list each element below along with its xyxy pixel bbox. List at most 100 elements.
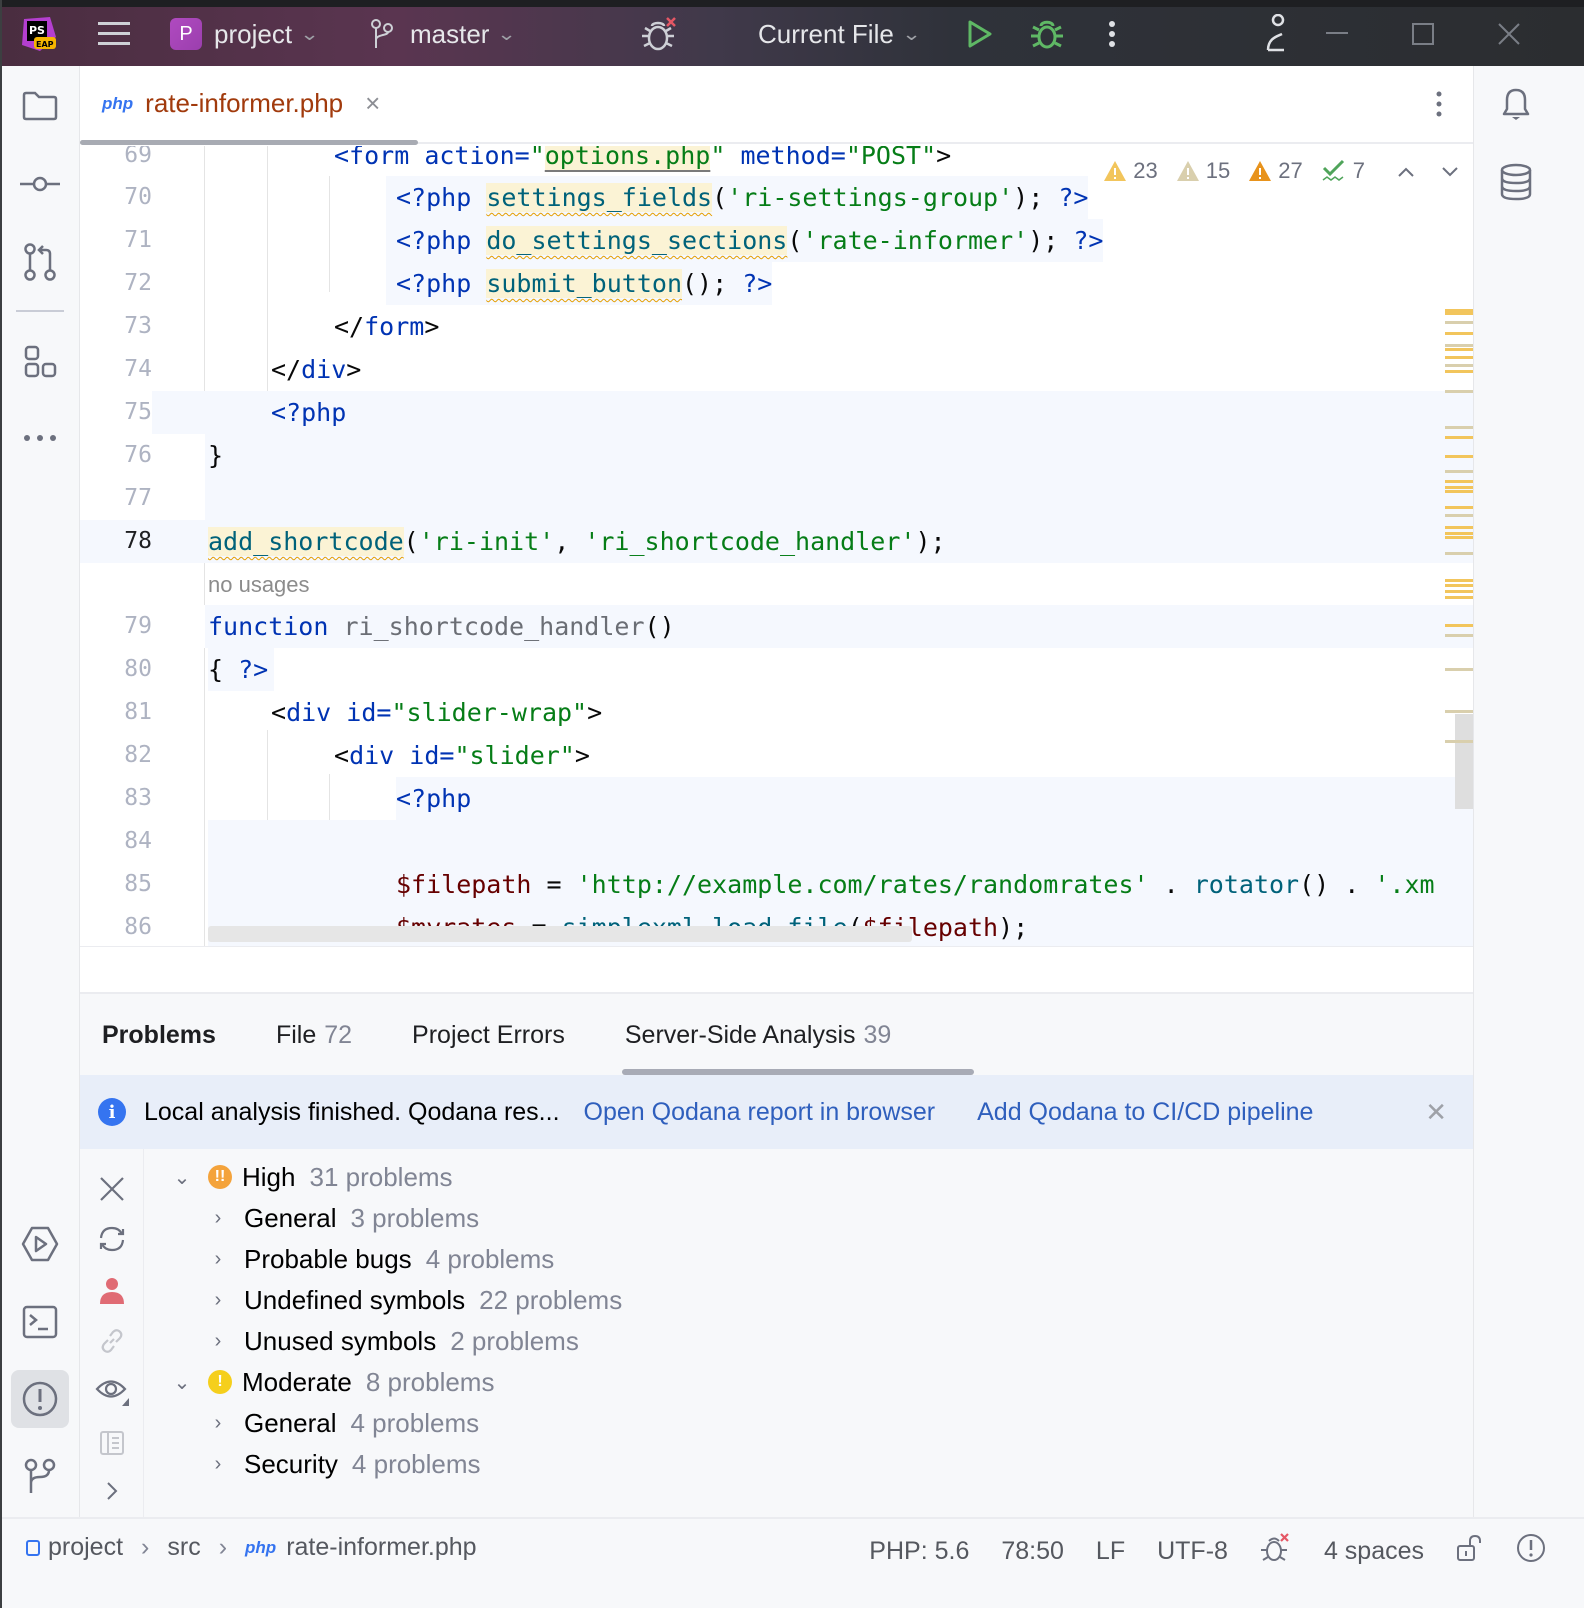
project-selector[interactable]: P project ⌄ bbox=[170, 14, 319, 54]
previous-highlight-button[interactable] bbox=[1397, 158, 1415, 184]
more-actions-button[interactable] bbox=[1106, 14, 1118, 54]
tree-node-high[interactable]: ⌄ !! High 31 problems bbox=[170, 1157, 453, 1197]
terminal-tool-button[interactable] bbox=[20, 1302, 60, 1342]
panel-splitter[interactable] bbox=[80, 947, 1473, 994]
chevron-right-icon[interactable]: › bbox=[206, 1412, 230, 1435]
tree-node-general[interactable]: › General 4 problems bbox=[206, 1403, 479, 1443]
user-filter-button[interactable] bbox=[94, 1273, 130, 1309]
error-stripe-marker[interactable] bbox=[1445, 584, 1473, 587]
breadcrumb-project[interactable]: project bbox=[48, 1533, 123, 1562]
error-stripe-marker[interactable] bbox=[1445, 436, 1473, 439]
encoding-widget[interactable]: UTF-8 bbox=[1157, 1537, 1228, 1566]
error-stripe-marker[interactable] bbox=[1445, 740, 1473, 743]
error-stripe-marker[interactable] bbox=[1445, 370, 1473, 373]
problems-status-button[interactable] bbox=[1516, 1533, 1546, 1570]
maximize-button[interactable] bbox=[1412, 14, 1434, 54]
chevron-down-icon[interactable]: ⌄ bbox=[170, 1370, 194, 1395]
error-stripe-marker[interactable] bbox=[1445, 552, 1473, 555]
view-options-button[interactable] bbox=[94, 1373, 130, 1409]
error-stripe-marker[interactable] bbox=[1445, 309, 1473, 315]
git-tool-button[interactable] bbox=[20, 1456, 60, 1496]
preview-button[interactable] bbox=[94, 1425, 130, 1461]
error-stripe-marker[interactable] bbox=[1445, 634, 1473, 637]
indent-widget[interactable]: 4 spaces bbox=[1324, 1537, 1424, 1566]
error-stripe-marker[interactable] bbox=[1445, 480, 1473, 483]
chevron-down-icon[interactable]: ⌄ bbox=[170, 1165, 194, 1190]
chevron-right-icon[interactable]: › bbox=[206, 1248, 230, 1271]
pull-requests-tool-button[interactable] bbox=[20, 242, 60, 282]
commit-tool-button[interactable] bbox=[20, 164, 60, 204]
tab-file[interactable]: File 72 bbox=[276, 1021, 352, 1050]
error-stripe-marker[interactable] bbox=[1445, 710, 1473, 713]
next-highlight-button[interactable] bbox=[1441, 158, 1459, 184]
code-area[interactable]: 69 <form action="options.php" method="PO… bbox=[80, 146, 1473, 946]
add-qodana-cicd-link[interactable]: Add Qodana to CI/CD pipeline bbox=[977, 1098, 1313, 1127]
code-with-me-button[interactable] bbox=[1264, 14, 1288, 54]
error-stripe-marker[interactable] bbox=[1445, 668, 1473, 671]
close-banner-icon[interactable]: ✕ bbox=[1425, 1097, 1447, 1128]
editor-tab-rate-informer[interactable]: php rate-informer.php × bbox=[102, 88, 380, 119]
error-stripe-marker[interactable] bbox=[1445, 596, 1473, 599]
tree-node-probable-bugs[interactable]: › Probable bugs 4 problems bbox=[206, 1239, 555, 1279]
usages-hint[interactable]: no usages bbox=[80, 563, 1473, 605]
debug-button[interactable] bbox=[1030, 14, 1064, 54]
error-stripe-marker[interactable] bbox=[1445, 532, 1473, 535]
chevron-right-icon[interactable]: › bbox=[206, 1453, 230, 1476]
services-tool-button[interactable] bbox=[20, 1224, 60, 1264]
chevron-right-icon[interactable]: › bbox=[206, 1289, 230, 1312]
tab-server-side-analysis[interactable]: Server-Side Analysis 39 bbox=[625, 1021, 891, 1050]
error-stripe-marker[interactable] bbox=[1445, 526, 1473, 529]
close-tab-icon[interactable]: × bbox=[365, 88, 380, 119]
caret-position-widget[interactable]: 78:50 bbox=[1001, 1537, 1064, 1566]
error-stripe-marker[interactable] bbox=[1445, 426, 1473, 429]
close-panel-button[interactable] bbox=[94, 1171, 130, 1207]
refresh-button[interactable] bbox=[94, 1221, 130, 1257]
close-window-button[interactable] bbox=[1498, 14, 1520, 54]
horizontal-scrollbar[interactable] bbox=[208, 926, 912, 942]
tab-options-button[interactable] bbox=[1435, 90, 1443, 120]
php-version-widget[interactable]: PHP: 5.6 bbox=[869, 1537, 969, 1566]
error-stripe-marker[interactable] bbox=[1445, 332, 1473, 335]
tree-node-security[interactable]: › Security 4 problems bbox=[206, 1444, 481, 1484]
breadcrumb-src[interactable]: src bbox=[167, 1533, 200, 1562]
tab-project-errors[interactable]: Project Errors bbox=[412, 1021, 565, 1050]
error-stripe-marker[interactable] bbox=[1445, 390, 1473, 393]
project-tool-button[interactable] bbox=[20, 86, 60, 126]
link-button[interactable] bbox=[94, 1323, 130, 1359]
error-stripe-marker[interactable] bbox=[1445, 364, 1473, 367]
error-stripe-marker[interactable] bbox=[1445, 344, 1473, 347]
vertical-scrollbar[interactable] bbox=[1455, 714, 1473, 809]
error-stripe-marker[interactable] bbox=[1445, 321, 1473, 324]
debugger-status-widget[interactable] bbox=[1260, 1533, 1292, 1570]
debug-disabled-button[interactable] bbox=[640, 14, 680, 54]
open-qodana-report-link[interactable]: Open Qodana report in browser bbox=[584, 1098, 936, 1127]
error-stripe-marker[interactable] bbox=[1445, 506, 1473, 509]
tree-node-undefined-symbols[interactable]: › Undefined symbols 22 problems bbox=[206, 1280, 623, 1320]
phpstorm-logo-icon[interactable]: PS EAP bbox=[20, 17, 58, 53]
error-stripe-marker[interactable] bbox=[1445, 490, 1473, 493]
problems-tool-button[interactable] bbox=[11, 1370, 69, 1428]
structure-tool-button[interactable] bbox=[20, 342, 60, 382]
tree-node-moderate[interactable]: ⌄ ! Moderate 8 problems bbox=[170, 1362, 495, 1402]
error-stripe-marker[interactable] bbox=[1445, 486, 1473, 489]
error-stripe-marker[interactable] bbox=[1445, 470, 1473, 473]
chevron-right-icon[interactable]: › bbox=[206, 1330, 230, 1353]
more-tools-button[interactable] bbox=[20, 418, 60, 458]
line-separator-widget[interactable]: LF bbox=[1096, 1537, 1125, 1566]
error-stripe-marker[interactable] bbox=[1445, 536, 1473, 539]
tree-node-general[interactable]: › General 3 problems bbox=[206, 1198, 479, 1238]
expand-toolbar-button[interactable] bbox=[94, 1473, 130, 1509]
error-stripe-marker[interactable] bbox=[1445, 624, 1473, 627]
error-stripe-marker[interactable] bbox=[1445, 590, 1473, 593]
read-only-toggle[interactable] bbox=[1456, 1534, 1484, 1569]
run-config-selector[interactable]: Current File ⌄ bbox=[758, 14, 921, 54]
main-menu-button[interactable] bbox=[98, 14, 130, 54]
run-button[interactable] bbox=[966, 14, 994, 54]
branch-selector[interactable]: master ⌄ bbox=[370, 14, 517, 54]
error-stripe-marker[interactable] bbox=[1445, 514, 1473, 517]
error-stripe-marker[interactable] bbox=[1445, 579, 1473, 582]
notifications-button[interactable] bbox=[1496, 84, 1536, 124]
database-tool-button[interactable] bbox=[1496, 162, 1536, 202]
error-stripe-marker[interactable] bbox=[1445, 455, 1473, 458]
breadcrumb-file[interactable]: rate-informer.php bbox=[286, 1533, 476, 1562]
